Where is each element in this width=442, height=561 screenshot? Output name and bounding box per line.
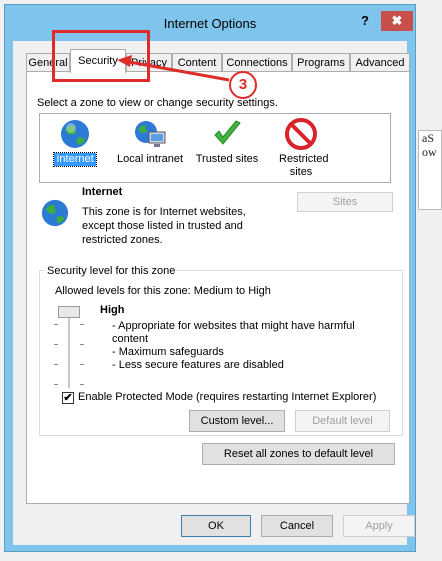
sites-button[interactable]: Sites	[297, 192, 393, 212]
security-level-group-title: Security level for this zone	[45, 265, 178, 277]
selected-zone-name: Internet	[82, 186, 123, 198]
custom-level-button[interactable]: Custom level...	[189, 410, 285, 432]
slider-tick	[80, 344, 84, 345]
intranet-icon	[135, 121, 166, 147]
background-window-edge: aS ow	[418, 130, 442, 210]
ok-button[interactable]: OK	[181, 515, 251, 537]
zone-item-restricted-sites[interactable]: Restricted sites	[268, 118, 334, 179]
security-level-name: High	[100, 304, 125, 316]
annotation-step-number: 3	[229, 71, 257, 99]
protected-mode-label[interactable]: Enable Protected Mode (requires restarti…	[78, 391, 376, 403]
zone-item-internet[interactable]: Internet	[50, 118, 100, 167]
slider-tick	[54, 324, 58, 325]
security-level-bullet: - Less secure features are disabled	[112, 359, 284, 371]
tab-advanced[interactable]: Advanced	[350, 53, 410, 71]
annotation-highlight-box	[52, 30, 150, 82]
cancel-button[interactable]: Cancel	[261, 515, 333, 537]
slider-tick	[80, 384, 84, 385]
zone-label-internet: Internet	[53, 152, 97, 167]
security-level-bullet: - Maximum safeguards	[112, 346, 224, 358]
security-slider-thumb[interactable]	[58, 306, 80, 318]
restricted-icon	[285, 118, 317, 150]
zone-label-trusted-sites: Trusted sites	[195, 153, 259, 165]
tab-content[interactable]: Content	[172, 53, 222, 71]
zone-label-local-intranet: Local intranet	[116, 153, 184, 165]
apply-button[interactable]: Apply	[343, 515, 415, 537]
slider-tick	[54, 364, 58, 365]
slider-tick	[54, 384, 58, 385]
zone-list: Internet Local intranet Trusted sites Re…	[39, 113, 391, 183]
zone-item-local-intranet[interactable]: Local intranet	[114, 118, 186, 166]
default-level-button[interactable]: Default level	[295, 410, 390, 432]
slider-tick	[80, 364, 84, 365]
security-slider-track	[68, 312, 70, 388]
security-level-bullet: - Appropriate for websites that might ha…	[112, 320, 355, 332]
checkmark-icon	[214, 120, 241, 145]
reset-all-zones-button[interactable]: Reset all zones to default level	[202, 443, 395, 465]
tab-programs[interactable]: Programs	[292, 53, 350, 71]
help-button[interactable]: ?	[351, 11, 379, 31]
slider-tick	[80, 324, 84, 325]
selected-zone-description: This zone is for Internet websites, exce…	[82, 206, 246, 246]
security-level-bullet: content	[112, 333, 149, 345]
slider-tick	[54, 344, 58, 345]
close-button[interactable]: ✖	[381, 11, 413, 31]
tab-connections[interactable]: Connections	[222, 53, 292, 71]
zone-item-trusted-sites[interactable]: Trusted sites	[192, 118, 262, 166]
protected-mode-checkbox[interactable]: ✔	[62, 392, 74, 404]
selected-zone-globe-icon	[41, 199, 69, 227]
allowed-levels-text: Allowed levels for this zone: Medium to …	[55, 285, 271, 297]
globe-icon	[61, 120, 89, 148]
zone-label-restricted-sites: Restricted sites	[279, 153, 329, 178]
